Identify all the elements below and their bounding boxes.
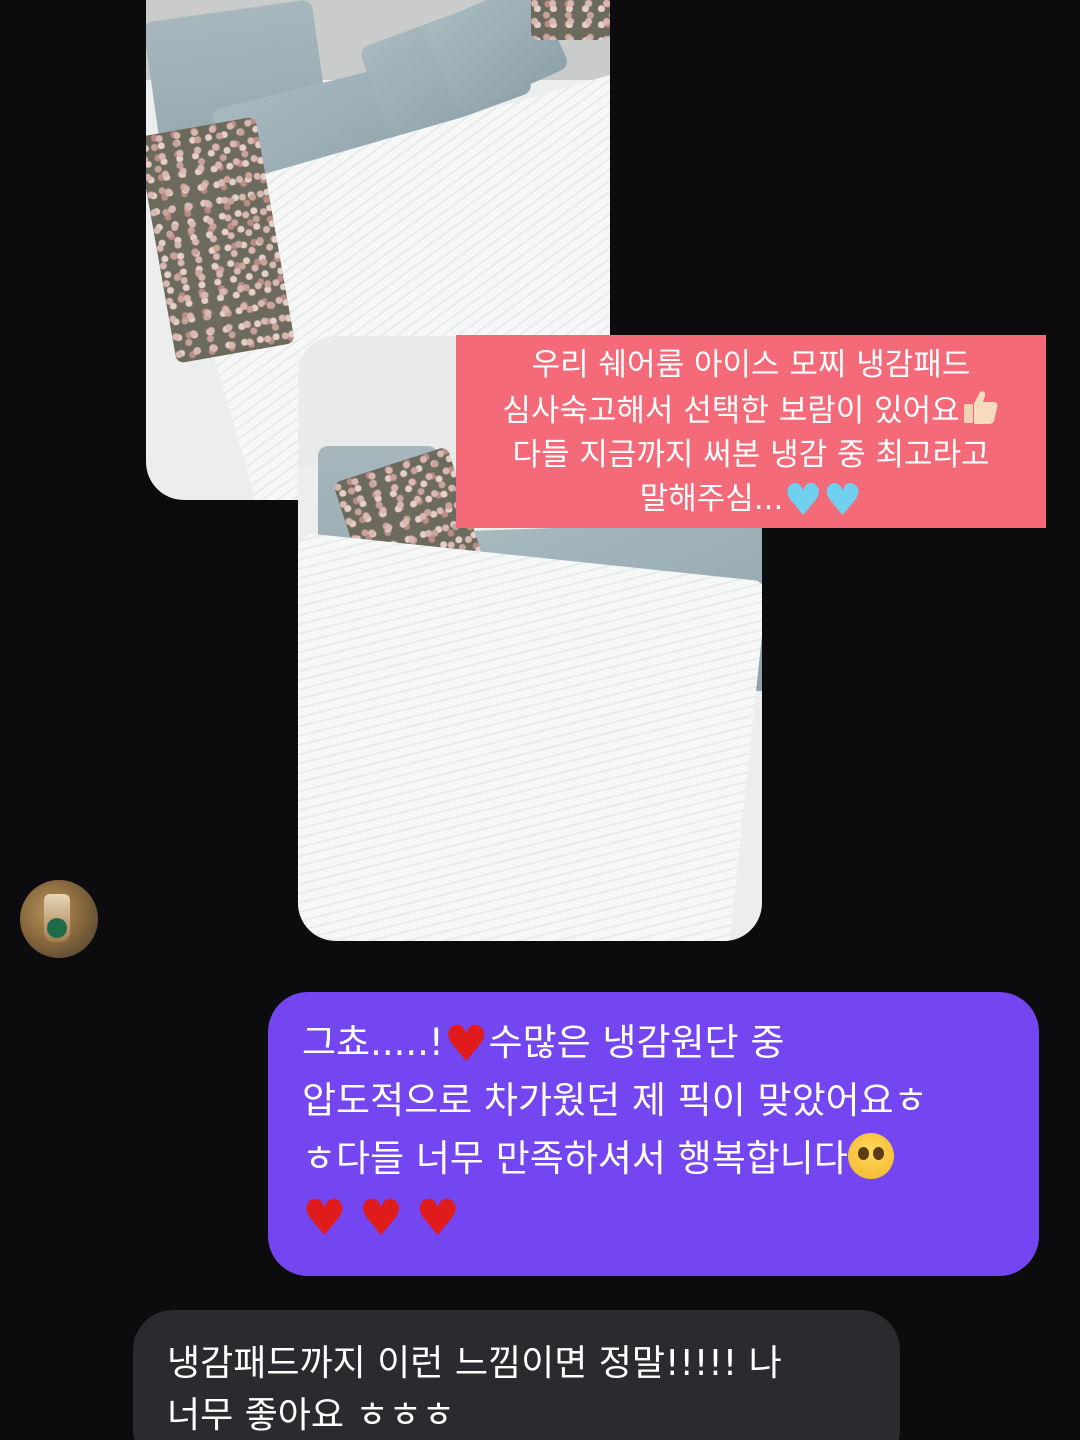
blue-heart-icon: ♥	[822, 475, 863, 526]
story-caption: 우리 쉐어룸 아이스 모찌 냉감패드 심사숙고해서 선택한 보람이 있어요 다들…	[456, 335, 1046, 528]
incoming-line-2: 너무 좋아요 ㅎㅎㅎ	[167, 1395, 455, 1436]
dm-conversation: 우리 쉐어룸 아이스 모찌 냉감패드 심사숙고해서 선택한 보람이 있어요 다들…	[0, 0, 1080, 1440]
thumbs-up-icon	[963, 391, 998, 424]
outgoing-line-1: 그쵸.....!♥수많은 냉감원단 중	[302, 1015, 785, 1073]
outgoing-line-3: ㅎ다들 너무 만족하셔서 행복합니다	[302, 1130, 1009, 1188]
red-heart-icon: ♥	[443, 1015, 489, 1073]
red-heart-icon: ♥	[415, 1189, 461, 1247]
incoming-line-1: 냉감패드까지 이런 느낌이면 정말!!!!! 나	[167, 1343, 782, 1384]
caption-line-3: 다들 지금까지 써본 냉감 중 최고라고	[512, 437, 990, 473]
sender-avatar[interactable]	[20, 880, 98, 958]
red-heart-icon: ♥	[302, 1189, 347, 1247]
outgoing-message-bubble[interactable]: 그쵸.....!♥수많은 냉감원단 중 압도적으로 차가웠던 제 픽이 맞았어요…	[268, 992, 1039, 1276]
caption-line-4: 말해주심...♥♥	[639, 475, 863, 526]
pleading-face-icon	[847, 1133, 894, 1179]
outgoing-line-2: 압도적으로 차가웠던 제 픽이 맞았어요ㅎ	[302, 1079, 928, 1122]
incoming-message-bubble[interactable]: 냉감패드까지 이런 느낌이면 정말!!!!! 나 너무 좋아요 ㅎㅎㅎ	[133, 1310, 900, 1440]
caption-line-2: 심사숙고해서 선택한 보람이 있어요	[456, 387, 1046, 433]
red-heart-icon: ♥	[358, 1189, 404, 1247]
outgoing-line-4: ♥ ♥ ♥	[302, 1188, 1009, 1246]
caption-line-1: 우리 쉐어룸 아이스 모찌 냉감패드	[531, 347, 971, 383]
blue-heart-icon: ♥	[783, 475, 823, 526]
